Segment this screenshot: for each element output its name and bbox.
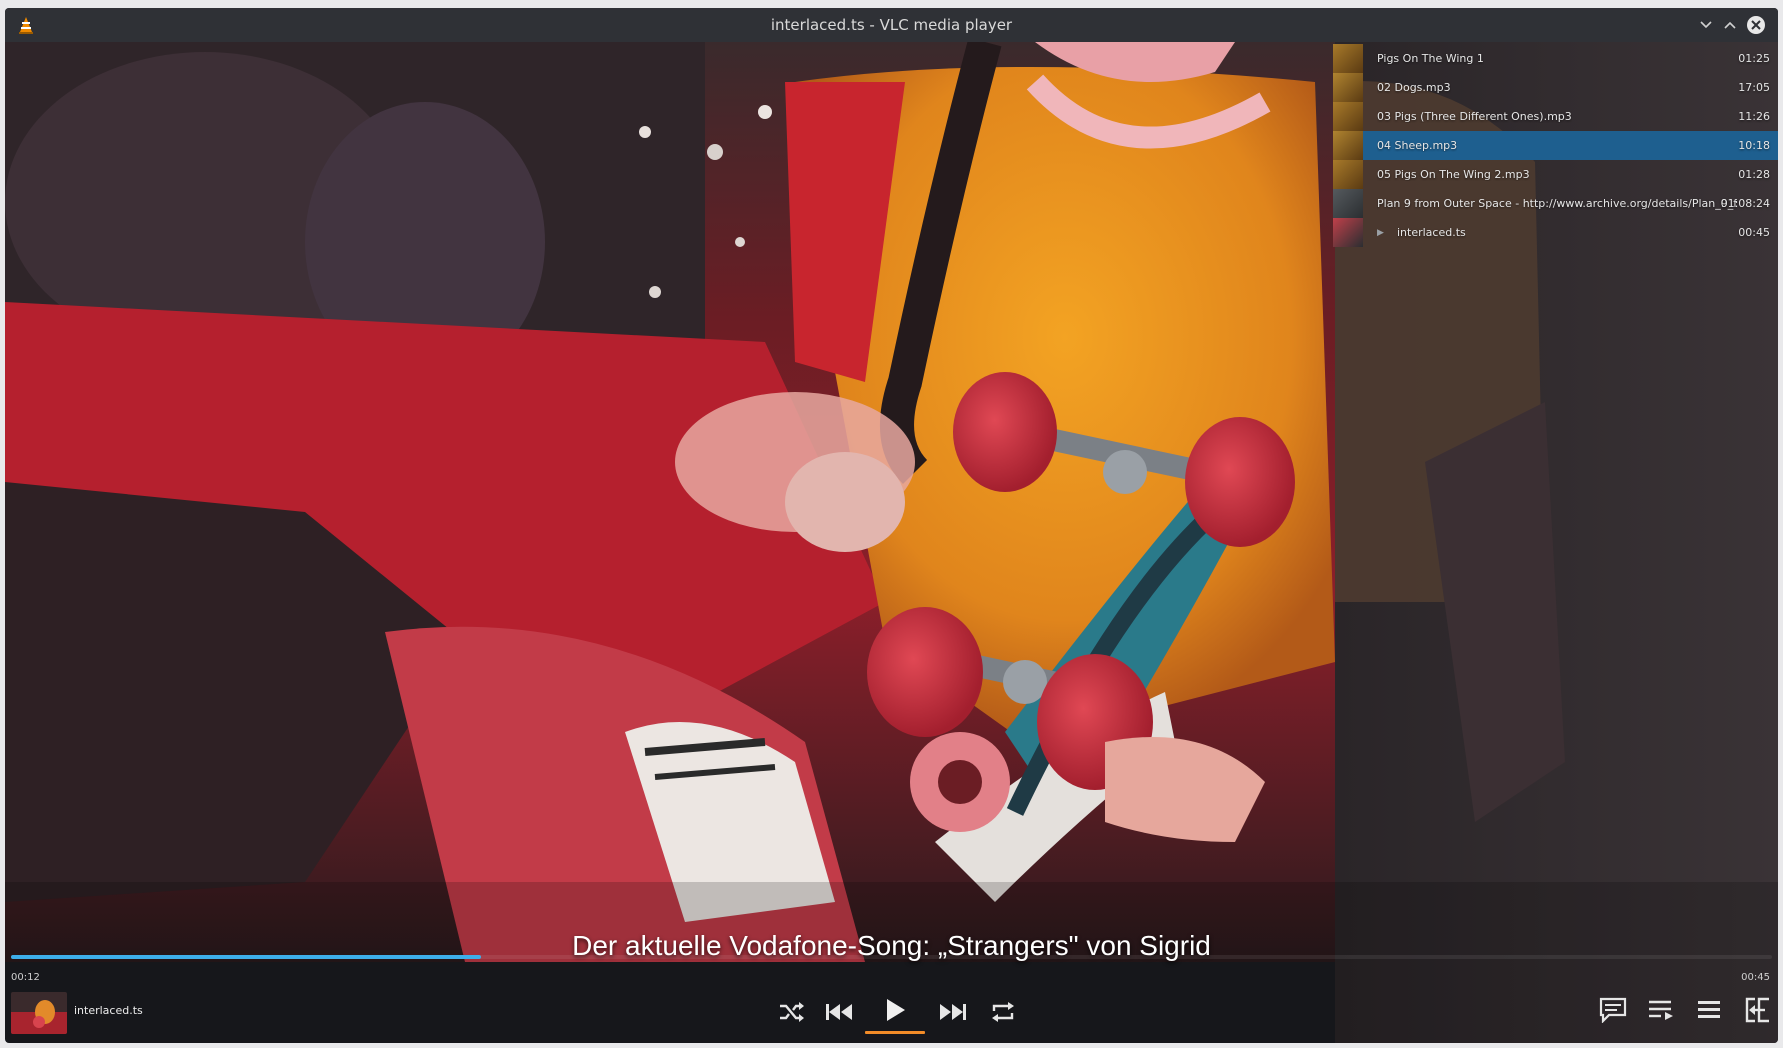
play-button-indicator [865,1031,925,1034]
exit-icon [1745,997,1769,1023]
seek-bar-fill [11,955,482,959]
window-title: interlaced.ts - VLC media player [770,16,1013,34]
subtitles-icon [1599,997,1627,1023]
menu-button[interactable] [1691,992,1727,1028]
vlc-window: interlaced.ts - VLC media player Der akt… [5,8,1778,1043]
next-button[interactable] [935,994,971,1030]
album-art-thumbnail [1333,160,1363,189]
repeat-button[interactable] [985,994,1021,1030]
playlist-item-selected[interactable]: 04 Sheep.mp3 10:18 [1333,131,1778,160]
playlist-item[interactable]: 05 Pigs On The Wing 2.mp3 01:28 [1333,160,1778,189]
close-icon[interactable] [1746,15,1766,35]
album-art-thumbnail [1333,131,1363,160]
vlc-cone-icon [15,14,37,36]
playlist-item[interactable]: Pigs On The Wing 1 01:25 [1333,44,1778,73]
title-bar[interactable]: interlaced.ts - VLC media player [5,8,1778,42]
video-thumbnail [1333,189,1363,218]
hamburger-menu-icon [1698,1001,1720,1018]
skip-back-icon [826,1004,852,1020]
control-bar: 00:12 00:45 interlaced.ts [5,948,1778,1043]
shuffle-icon [780,1002,804,1022]
elapsed-time: 00:12 [11,972,40,983]
exit-fullscreen-button[interactable] [1739,992,1775,1028]
playlist-item[interactable]: 02 Dogs.mp3 17:05 [1333,73,1778,102]
album-art-thumbnail [1333,73,1363,102]
now-playing-icon: ▶ [1377,227,1384,238]
total-time: 00:45 [1741,972,1770,983]
previous-button[interactable] [821,994,857,1030]
minimize-icon[interactable] [1696,15,1716,35]
shuffle-button[interactable] [773,994,809,1030]
playlist-item[interactable]: Plan 9 from Outer Space - http://www.arc… [1333,189,1778,218]
video-thumbnail [1333,218,1363,247]
maximize-icon[interactable] [1720,15,1740,35]
repeat-icon [992,1002,1014,1022]
playlist-item[interactable]: 03 Pigs (Three Different Ones).mp3 11:26 [1333,102,1778,131]
play-icon [887,999,905,1021]
album-art-thumbnail [1333,44,1363,73]
now-playing-thumbnail[interactable] [11,992,67,1034]
seek-bar[interactable] [11,955,1772,959]
album-art-thumbnail [1333,102,1363,131]
playlist-item-playing[interactable]: ▶ interlaced.ts 00:45 [1333,218,1778,247]
playlist: Pigs On The Wing 1 01:25 02 Dogs.mp3 17:… [1333,42,1778,852]
skip-forward-icon [940,1004,966,1020]
playlist-icon [1649,1000,1673,1020]
now-playing-title: interlaced.ts [74,1004,143,1017]
play-button[interactable] [877,992,913,1028]
subtitles-button[interactable] [1595,992,1631,1028]
playlist-toggle-button[interactable] [1643,992,1679,1028]
